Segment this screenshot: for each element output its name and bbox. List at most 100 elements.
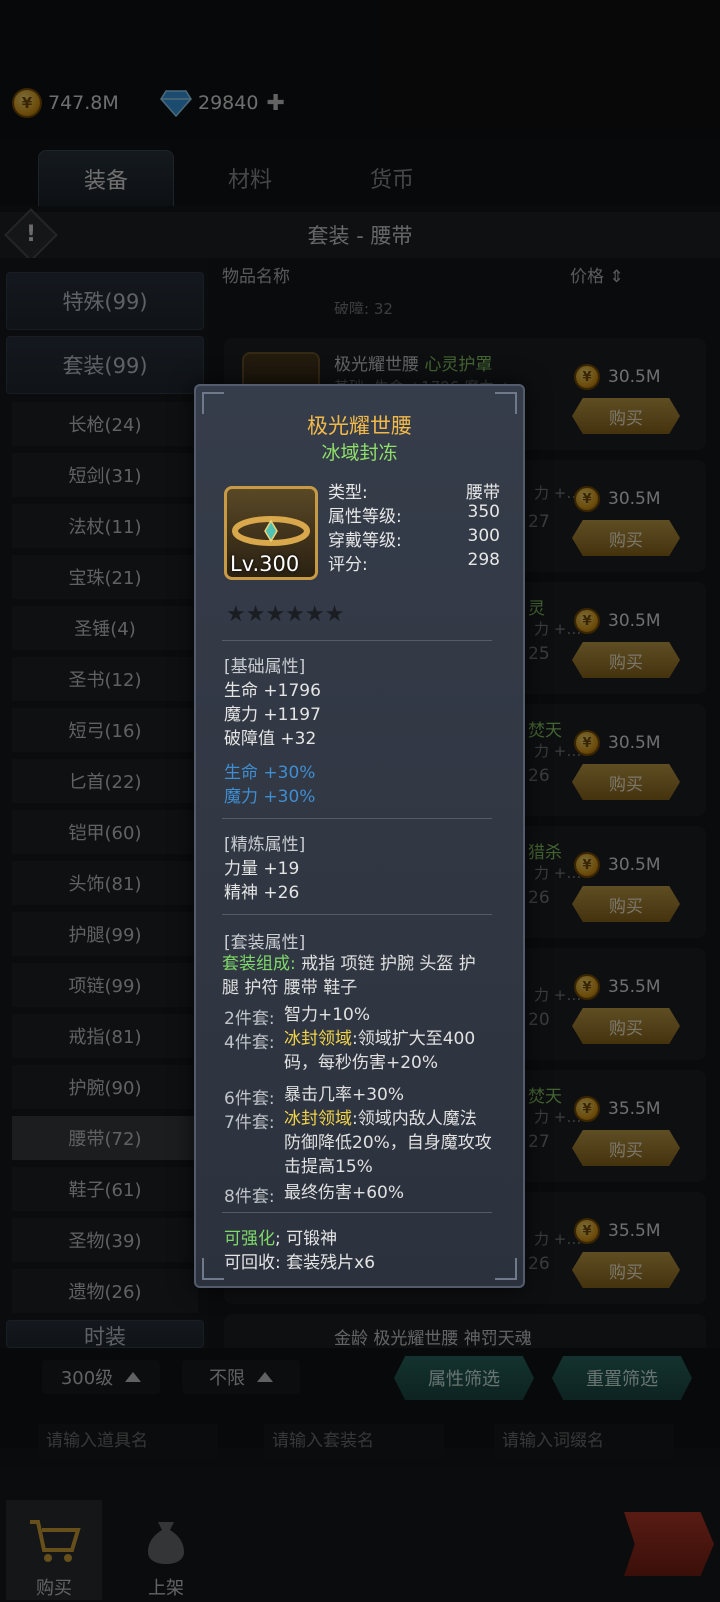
buy-button[interactable]: 购买 [572,520,680,556]
sidebar-group-special[interactable]: 特殊(99) [6,272,204,330]
item-name: 极光耀世腰 心灵护罩 [334,350,492,375]
sidebar-item[interactable]: 遗物(26) [12,1269,198,1313]
set6-text: 暴击几率+30% [284,1085,405,1105]
sidebar-item[interactable]: 铠甲(60) [12,810,198,854]
set-composition: 套装组成: 戒指 项链 护腕 头盔 护腿 护符 腰带 鞋子 [222,952,492,1000]
stat-value: 298 [467,550,500,570]
shopping-cart-icon [30,1520,81,1562]
set-name-input[interactable] [264,1424,444,1458]
stat-score: 评分: 298 [328,550,500,575]
sidebar-item-selected[interactable]: 腰带(72) [12,1116,198,1160]
stat-type: 类型: 腰带 [328,478,500,503]
sidebar-item[interactable]: 法杖(11) [12,504,198,548]
item-sub-tail: 27 [528,1132,550,1152]
set4-label: 4件套: [224,1033,275,1053]
item-suffix: 焚天 [528,721,562,741]
coin-icon: ¥ [574,486,600,512]
refine-attr-header: [精炼属性] [224,835,306,855]
bottom-nav [0,1468,720,1602]
reset-filter-button[interactable]: 重置筛选 [552,1356,692,1400]
buy-button[interactable]: 购买 [572,886,680,922]
nav-buy[interactable]: 购买 [6,1500,102,1600]
sidebar-item[interactable]: 头饰(81) [12,861,198,905]
sidebar-item[interactable]: 护腕(90) [12,1065,198,1109]
stat-label: 评分: [328,555,368,575]
item-suffix: 灵 [528,599,545,619]
sidebar-item[interactable]: 圣书(12) [12,657,198,701]
sidebar-item[interactable]: 项链(99) [12,963,198,1007]
stat-value: 350 [467,502,500,522]
attribute-filter-button[interactable]: 属性筛选 [394,1356,534,1400]
coin-icon: ¥ [574,1218,600,1244]
price-value: 35.5M [608,1099,661,1119]
set2-text: 智力+10% [284,1005,371,1025]
add-diamond-icon[interactable]: ✚ [266,91,284,116]
divider [222,640,492,641]
recycle-label: 可回收: [224,1253,281,1273]
sidebar-item[interactable]: 圣物(39) [12,1218,198,1262]
limit-value: 不限 [209,1368,245,1389]
coin-icon: ¥ [574,364,600,390]
sidebar-item[interactable]: 匕首(22) [12,759,198,803]
base-attr-header: [基础属性] [224,657,306,677]
corner-ornament [202,1258,224,1280]
item-sub-tail: 20 [528,1010,550,1030]
stat-equip-level: 穿戴等级: 300 [328,526,500,551]
sort-icon: ⇕ [609,267,624,287]
list-item-partial[interactable]: 金龄 极光耀世腰 神罚天魂 [224,1314,706,1348]
sidebar-group-fashion[interactable]: 时装 [6,1320,204,1348]
item-name-input[interactable] [38,1424,218,1458]
price-value: 35.5M [608,1221,661,1241]
buy-button[interactable]: 购买 [572,398,680,434]
item-sub-tail: 26 [528,766,550,786]
diamond-amount: 29840 [198,92,259,114]
buy-button[interactable]: 购买 [572,764,680,800]
star-rating: ★★★★★★ [226,602,345,627]
col-price-header[interactable]: 价格 ⇕ [570,262,624,287]
nav-list[interactable]: 上架 [118,1500,214,1600]
buy-button[interactable]: 购买 [572,1130,680,1166]
sidebar-item[interactable]: 戒指(81) [12,1014,198,1058]
item-name: 灵 [528,594,545,619]
limit-dropdown[interactable]: 不限 [182,1360,300,1394]
set6-label: 6件套: [224,1089,275,1109]
level-badge: Lv.300 [230,552,300,576]
sidebar-item[interactable]: 短剑(31) [12,453,198,497]
gold-amount: 747.8M [48,92,119,114]
item-name: 焚天 [528,716,562,741]
enhance-label: 可强化 [224,1229,275,1249]
set8-label: 8件套: [224,1187,275,1207]
item-suffix: 心灵护罩 [424,355,493,375]
nav-buy-label: 购买 [36,1578,72,1599]
refine-attr: 精神 +26 [224,883,300,903]
item-price: ¥35.5M [574,1094,661,1124]
stat-label: 属性等级: [328,507,402,527]
app-root: ¥ 747.8M 29840 ✚ 装备 材料 货币 套装 - 腰带 ! 特殊(9… [0,0,720,1602]
sidebar-item[interactable]: 鞋子(61) [12,1167,198,1211]
arrow-right-button[interactable] [624,1512,714,1576]
buy-button[interactable]: 购买 [572,642,680,678]
category-title: 套装 - 腰带 [307,224,413,248]
price-value: 30.5M [608,855,661,875]
sidebar-item[interactable]: 长枪(24) [12,402,198,446]
set7-label: 7件套: [224,1113,275,1133]
sidebar-item[interactable]: 圣锤(4) [12,606,198,650]
money-bag-icon [148,1522,184,1564]
buy-button[interactable]: 购买 [572,1252,680,1288]
item-title: 极光耀世腰 [307,414,412,438]
affix-name-input[interactable] [494,1424,674,1458]
buy-button[interactable]: 购买 [572,1008,680,1044]
sidebar-group-set[interactable]: 套装(99) [6,336,204,394]
sidebar-item[interactable]: 短弓(16) [12,708,198,752]
bonus-attr: 生命 +30% [224,763,316,783]
sidebar-item[interactable]: 宝珠(21) [12,555,198,599]
tab-materials[interactable]: 材料 [182,150,318,206]
item-price: ¥30.5M [574,728,661,758]
set2-label: 2件套: [224,1009,275,1029]
tab-currency[interactable]: 货币 [324,150,460,206]
tab-equipment[interactable]: 装备 [38,150,174,206]
level-dropdown[interactable]: 300级 [42,1360,160,1394]
item-name-text: 极光耀世腰 [334,355,419,375]
chevron-up-icon [257,1372,273,1382]
sidebar-item[interactable]: 护腿(99) [12,912,198,956]
